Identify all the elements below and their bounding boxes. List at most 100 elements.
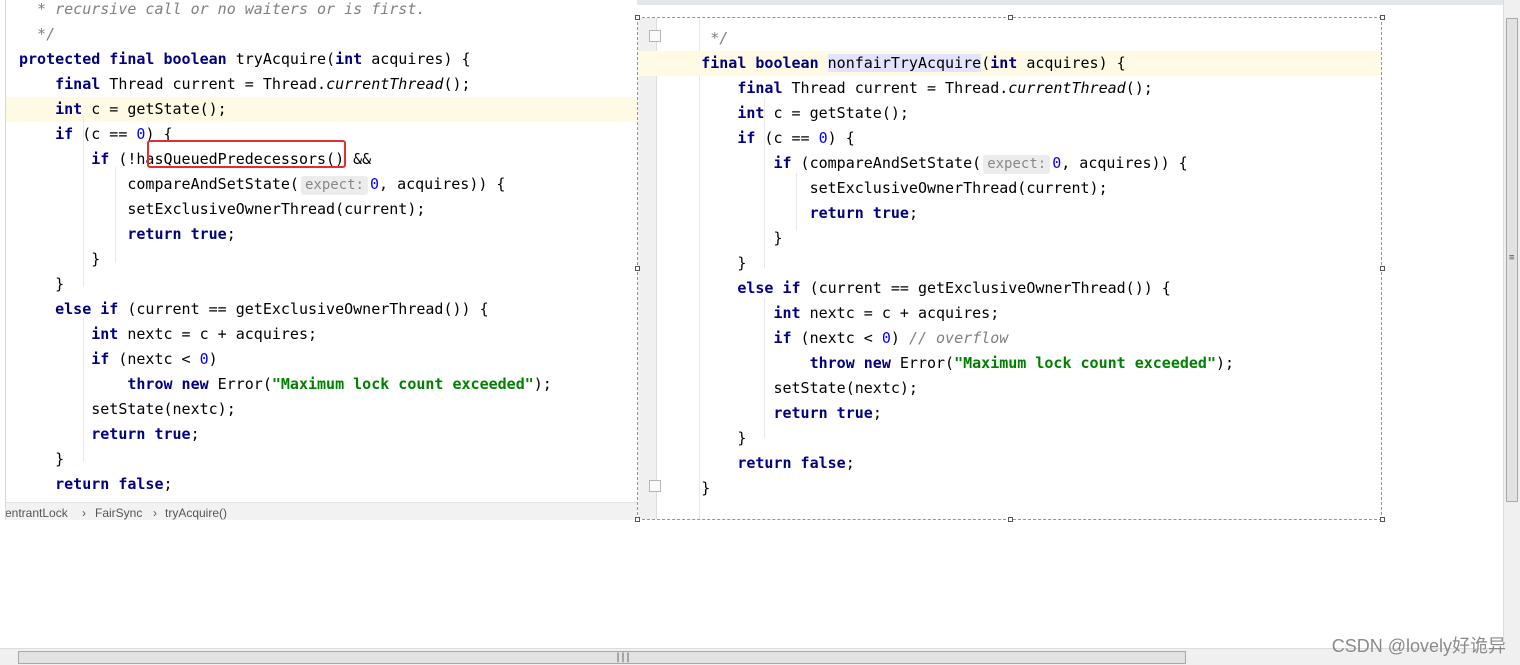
code-token: throw new bbox=[127, 375, 209, 393]
code-token: 0 bbox=[881, 329, 891, 347]
code-token: ; bbox=[190, 425, 200, 443]
code-token: ; bbox=[845, 454, 855, 472]
code-token: nextc = c + acquires; bbox=[118, 325, 318, 343]
code-token: return true bbox=[809, 204, 909, 222]
indent-guide bbox=[764, 98, 765, 268]
code-token: else if bbox=[737, 279, 801, 297]
code-token: (nextc < bbox=[109, 350, 200, 368]
indent-guide bbox=[796, 173, 797, 231]
resize-handle[interactable] bbox=[635, 517, 640, 522]
code-token: setState(nextc); bbox=[638, 379, 918, 397]
code-token: if bbox=[773, 329, 792, 347]
resize-handle[interactable] bbox=[635, 266, 640, 271]
left-code-line: return true; bbox=[5, 222, 637, 247]
code-token: setExclusiveOwnerThread(current); bbox=[19, 200, 426, 218]
code-token: currentThread bbox=[326, 75, 444, 93]
code-token: } bbox=[638, 429, 747, 447]
code-token: int bbox=[55, 100, 83, 118]
left-code-line: final Thread current = Thread.currentThr… bbox=[5, 72, 637, 97]
right-code-line: return true; bbox=[638, 401, 1381, 426]
resize-handle[interactable] bbox=[635, 15, 640, 20]
breadcrumb-separator: › bbox=[82, 506, 86, 520]
resize-handle[interactable] bbox=[1380, 517, 1385, 522]
code-token: , acquires)) { bbox=[1061, 154, 1188, 172]
code-token: ) { bbox=[827, 129, 855, 147]
code-token: } bbox=[638, 254, 747, 272]
horizontal-scrollbar[interactable]: ||| bbox=[0, 648, 1520, 665]
left-code-line: else if (current == getExclusiveOwnerThr… bbox=[5, 297, 637, 322]
left-code-editor[interactable]: * recursive call or no waiters or is fir… bbox=[5, 0, 637, 520]
right-code-line: */ bbox=[638, 26, 1381, 51]
code-token: Error( bbox=[890, 354, 955, 372]
code-token: ( bbox=[981, 54, 991, 72]
breadcrumb-item-class[interactable]: entrantLock bbox=[5, 506, 68, 520]
left-code-line: } bbox=[5, 447, 637, 472]
code-token: } bbox=[638, 229, 783, 247]
code-token: (compareAndSetState( bbox=[791, 154, 982, 172]
breadcrumb-item-method[interactable]: tryAcquire() bbox=[165, 506, 227, 520]
code-token: final bbox=[737, 79, 783, 97]
right-code-line: return false; bbox=[638, 451, 1381, 476]
code-token: "Maximum lock count exceeded" bbox=[954, 354, 1216, 372]
code-token: 0 bbox=[199, 350, 209, 368]
right-code-line: if (c == 0) { bbox=[638, 126, 1381, 151]
code-token: nextc = c + acquires; bbox=[800, 304, 1000, 322]
code-token: } bbox=[19, 450, 65, 468]
resize-handle[interactable] bbox=[1380, 266, 1385, 271]
breadcrumb-item-inner-class[interactable]: FairSync bbox=[95, 506, 142, 520]
code-token: int bbox=[91, 325, 119, 343]
resize-handle[interactable] bbox=[1008, 15, 1013, 20]
code-token: 0 bbox=[369, 175, 380, 193]
left-code-line: int nextc = c + acquires; bbox=[5, 322, 637, 347]
resize-handle[interactable] bbox=[1380, 15, 1385, 20]
right-code-line: } bbox=[638, 476, 1381, 501]
breadcrumb[interactable]: entrantLock › FairSync › tryAcquire() bbox=[5, 502, 637, 520]
scroll-grip-icon: ≡ bbox=[1509, 253, 1515, 263]
code-token: protected final boolean bbox=[19, 50, 227, 68]
code-token: // overflow bbox=[908, 329, 1009, 347]
horizontal-scroll-thumb[interactable]: ||| bbox=[18, 651, 1186, 664]
code-token: setExclusiveOwnerThread(current); bbox=[638, 179, 1108, 197]
left-code-line: setState(nextc); bbox=[5, 397, 637, 422]
parameter-hint: expect: bbox=[983, 155, 1051, 174]
left-code-line: setExclusiveOwnerThread(current); bbox=[5, 197, 637, 222]
code-token: int bbox=[335, 50, 363, 68]
code-token: ) bbox=[890, 329, 909, 347]
code-token: c = getState(); bbox=[82, 100, 227, 118]
code-token: } bbox=[19, 250, 101, 268]
resize-handle[interactable] bbox=[1008, 517, 1013, 522]
vertical-scrollbar[interactable]: ≡ bbox=[1503, 0, 1520, 648]
code-token: return true bbox=[773, 404, 873, 422]
left-code-line: return true; bbox=[5, 422, 637, 447]
code-token: Thread current = Thread. bbox=[782, 79, 1009, 97]
code-token: currentThread bbox=[1008, 79, 1126, 97]
right-code-line: int nextc = c + acquires; bbox=[638, 301, 1381, 326]
right-code-line: } bbox=[638, 426, 1381, 451]
code-token: int bbox=[990, 54, 1018, 72]
code-token: ); bbox=[1216, 354, 1235, 372]
code-token: Thread current = Thread. bbox=[100, 75, 327, 93]
indent-guide bbox=[115, 167, 116, 263]
right-code-image[interactable]: */ final boolean nonfairTryAcquire(int a… bbox=[637, 17, 1382, 520]
right-code-line: if (nextc < 0) // overflow bbox=[638, 326, 1381, 351]
vertical-scroll-thumb[interactable]: ≡ bbox=[1506, 18, 1518, 502]
left-edge bbox=[0, 0, 6, 520]
code-token: c = getState(); bbox=[764, 104, 909, 122]
left-code-line: protected final boolean tryAcquire(int a… bbox=[5, 47, 637, 72]
code-token: return false bbox=[737, 454, 846, 472]
code-token: if bbox=[91, 350, 110, 368]
